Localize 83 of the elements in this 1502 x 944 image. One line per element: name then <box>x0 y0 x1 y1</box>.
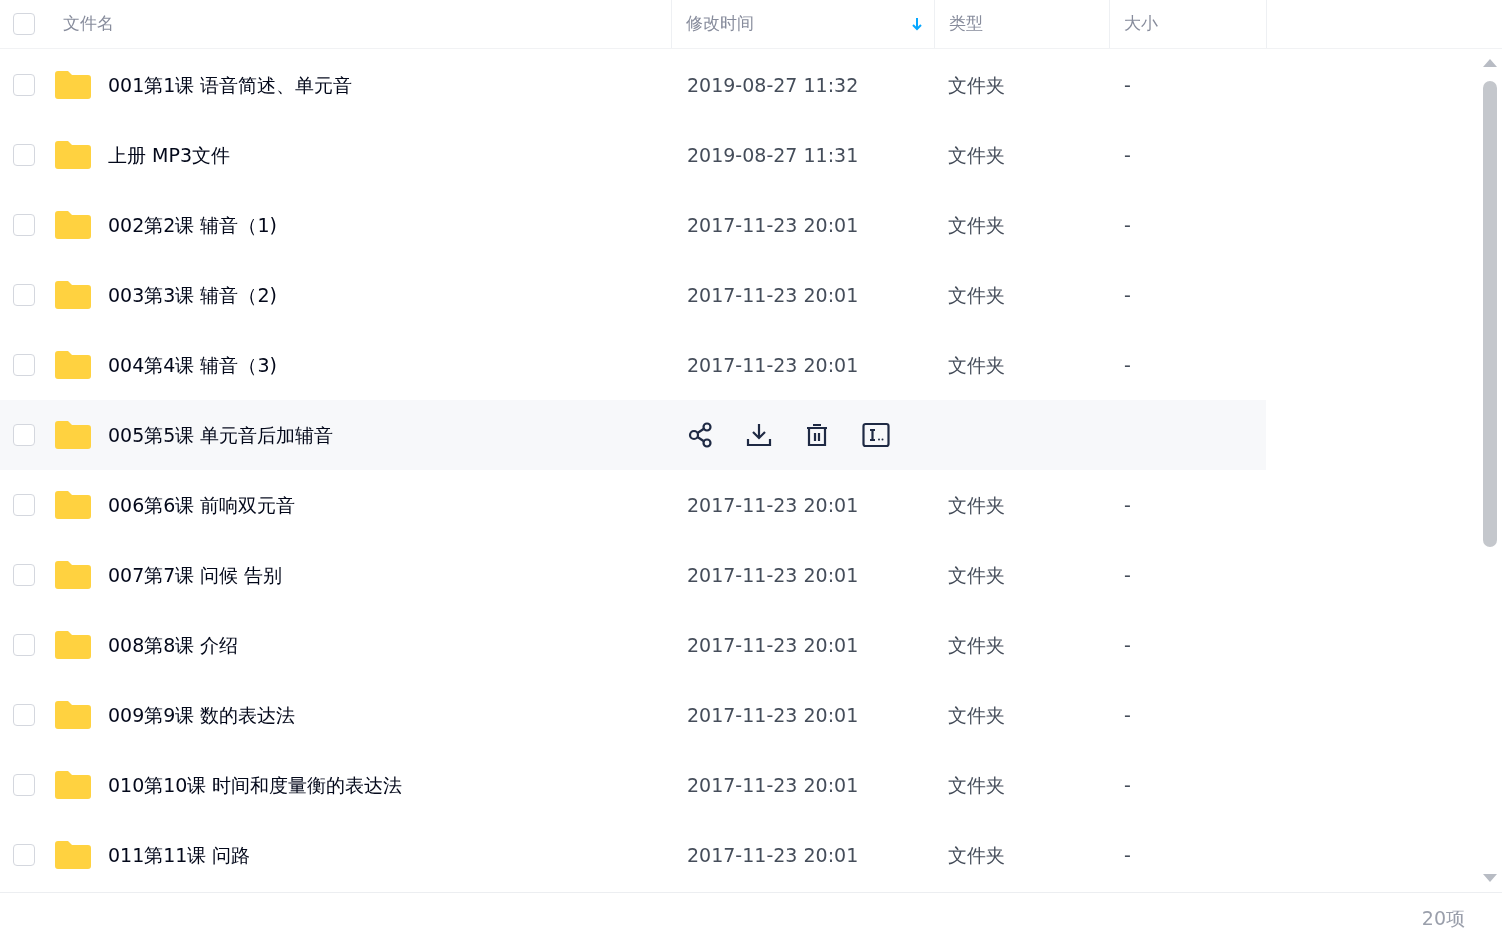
checkbox[interactable] <box>13 424 35 446</box>
folder-icon <box>55 701 91 729</box>
checkbox[interactable] <box>13 634 35 656</box>
folder-icon <box>55 421 91 449</box>
folder-icon <box>55 491 91 519</box>
checkbox[interactable] <box>13 704 35 726</box>
checkbox[interactable] <box>13 13 35 35</box>
folder-icon <box>55 281 91 309</box>
file-type: 文件夹 <box>948 353 1005 376</box>
file-type: 文件夹 <box>948 703 1005 726</box>
checkbox[interactable] <box>13 774 35 796</box>
modified-time: 2017-11-23 20:01 <box>687 633 859 656</box>
file-name[interactable]: 011第11课 问路 <box>108 843 251 866</box>
checkbox[interactable] <box>13 284 35 306</box>
modified-time: 2017-11-23 20:01 <box>687 493 859 516</box>
file-size: - <box>1124 353 1131 376</box>
folder-icon <box>55 71 91 99</box>
file-name[interactable]: 005第5课 单元音后加辅音 <box>108 423 334 446</box>
rename-icon[interactable] <box>862 422 890 448</box>
folder-icon <box>55 561 91 589</box>
checkbox[interactable] <box>13 494 35 516</box>
modified-time: 2017-11-23 20:01 <box>687 213 859 236</box>
sort-arrow-icon <box>912 17 922 31</box>
file-name[interactable]: 上册 MP3文件 <box>108 143 230 166</box>
file-size: - <box>1124 143 1131 166</box>
file-type: 文件夹 <box>948 773 1005 796</box>
file-size: - <box>1124 283 1131 306</box>
file-size: - <box>1124 843 1131 866</box>
folder-icon <box>55 841 91 869</box>
modified-time: 2019-08-27 11:31 <box>687 143 859 166</box>
file-type: 文件夹 <box>948 283 1005 306</box>
file-name[interactable]: 004第4课 辅音（3) <box>108 353 277 376</box>
item-count: 20项 <box>1421 906 1465 932</box>
file-name[interactable]: 003第3课 辅音（2) <box>108 283 277 306</box>
modified-time: 2017-11-23 20:01 <box>687 773 859 796</box>
modified-time: 2017-11-23 20:01 <box>687 843 859 866</box>
file-name[interactable]: 002第2课 辅音（1) <box>108 213 277 236</box>
file-name[interactable]: 001第1课 语音简述、单元音 <box>108 73 353 96</box>
file-name[interactable]: 010第10课 时间和度量衡的表达法 <box>108 773 403 796</box>
checkbox[interactable] <box>13 214 35 236</box>
file-type: 文件夹 <box>948 843 1005 866</box>
column-header[interactable]: 修改时间 <box>672 0 935 48</box>
file-size: - <box>1124 563 1131 586</box>
checkbox[interactable] <box>13 354 35 376</box>
file-size: - <box>1124 213 1131 236</box>
column-header[interactable]: 文件名 <box>50 0 672 48</box>
file-size: - <box>1124 773 1131 796</box>
file-size: - <box>1124 73 1131 96</box>
scrollbar-thumb[interactable] <box>1483 81 1497 547</box>
file-type: 文件夹 <box>948 73 1005 96</box>
modified-time: 2017-11-23 20:01 <box>687 563 859 586</box>
file-name[interactable]: 006第6课 前响双元音 <box>108 493 296 516</box>
folder-icon <box>55 141 91 169</box>
file-row[interactable]: 005第5课 单元音后加辅音 <box>0 400 1266 470</box>
file-size: - <box>1124 633 1131 656</box>
folder-icon <box>55 351 91 379</box>
folder-icon <box>55 211 91 239</box>
download-icon[interactable] <box>746 422 772 448</box>
checkbox[interactable] <box>13 74 35 96</box>
modified-time: 2017-11-23 20:01 <box>687 703 859 726</box>
scroll-up-arrow-icon[interactable] <box>1483 59 1497 67</box>
file-size: - <box>1124 703 1131 726</box>
file-size: - <box>1124 493 1131 516</box>
file-type: 文件夹 <box>948 633 1005 656</box>
checkbox[interactable] <box>13 844 35 866</box>
modified-time: 2017-11-23 20:01 <box>687 283 859 306</box>
file-type: 文件夹 <box>948 143 1005 166</box>
checkbox[interactable] <box>13 144 35 166</box>
file-name[interactable]: 007第7课 问候 告别 <box>108 563 283 586</box>
file-name[interactable]: 009第9课 数的表达法 <box>108 703 296 726</box>
checkbox[interactable] <box>13 564 35 586</box>
file-type: 文件夹 <box>948 493 1005 516</box>
share-icon[interactable] <box>688 422 714 448</box>
trash-icon[interactable] <box>804 422 830 448</box>
file-name[interactable]: 008第8课 介绍 <box>108 633 239 656</box>
file-type: 文件夹 <box>948 213 1005 236</box>
folder-icon <box>55 771 91 799</box>
modified-time: 2019-08-27 11:32 <box>687 73 859 96</box>
scroll-down-arrow-icon[interactable] <box>1483 874 1497 882</box>
file-type: 文件夹 <box>948 563 1005 586</box>
column-header[interactable]: 类型 <box>935 0 1110 48</box>
modified-time: 2017-11-23 20:01 <box>687 353 859 376</box>
folder-icon <box>55 631 91 659</box>
